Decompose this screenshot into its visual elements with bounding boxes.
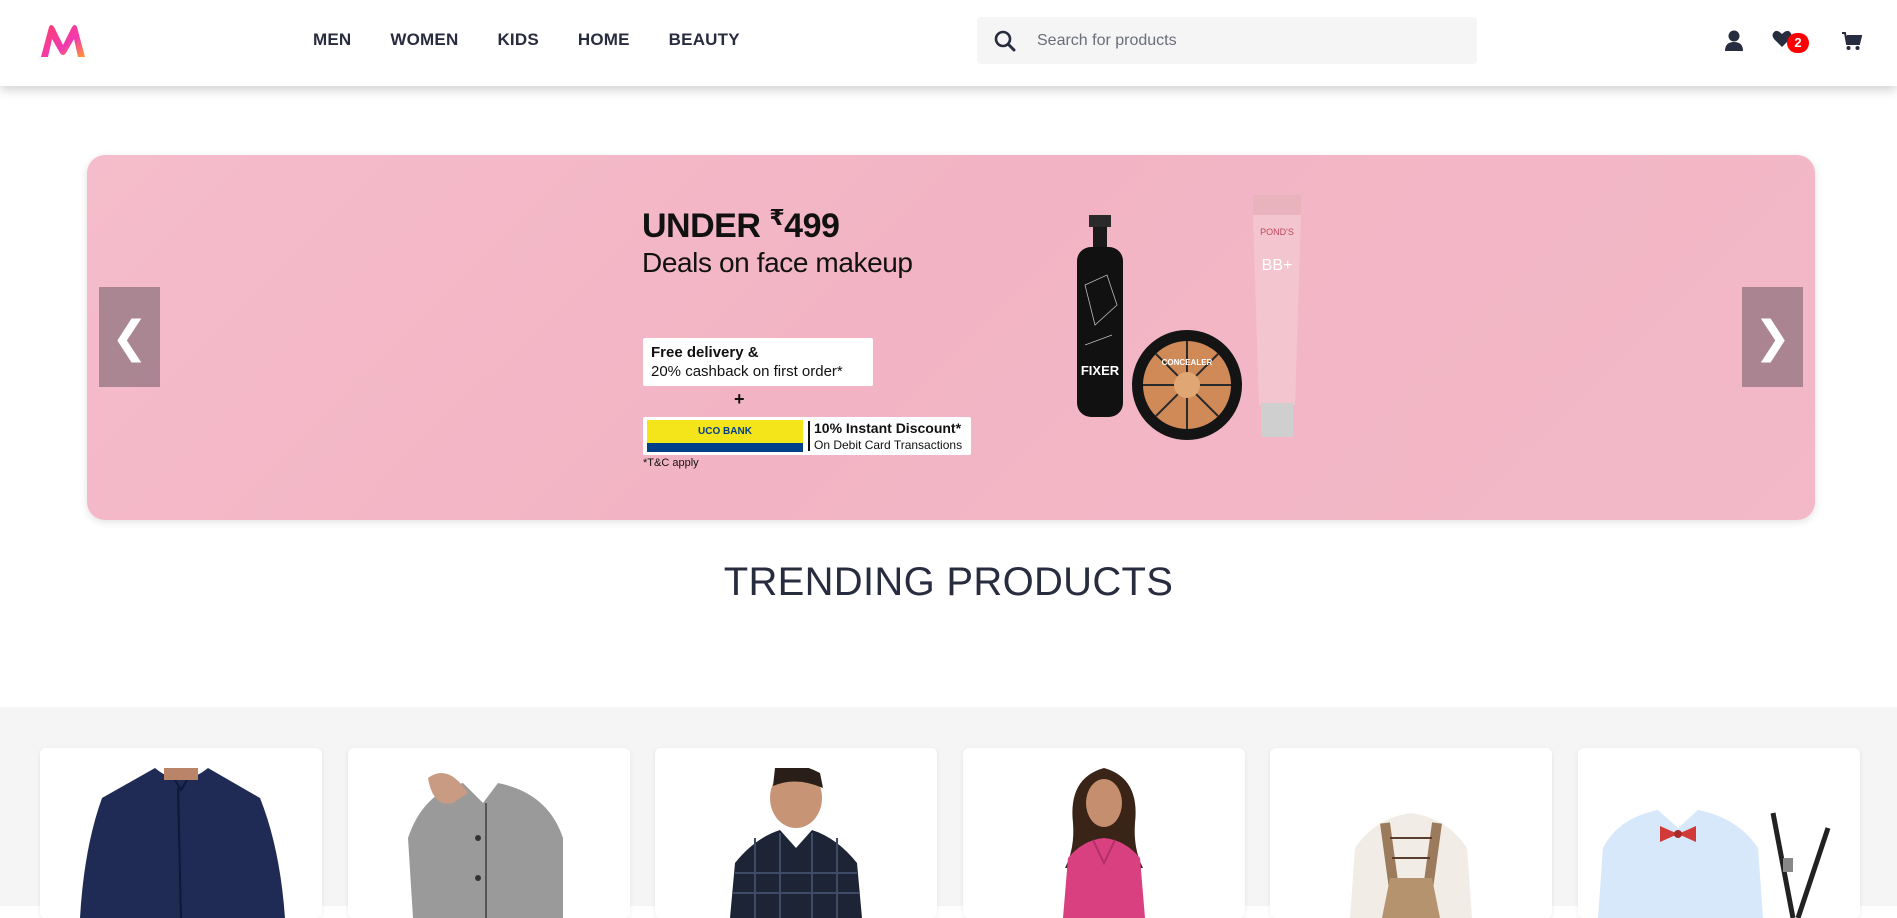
search-bar[interactable]: [977, 17, 1477, 64]
product-image: [368, 768, 610, 918]
wishlist-count-badge: 2: [1787, 33, 1809, 53]
carousel-next-button[interactable]: ❯: [1742, 287, 1803, 387]
offer-plus: +: [734, 389, 745, 409]
product-card-navy-kurta-shirt[interactable]: [40, 748, 322, 918]
product-image: [60, 768, 302, 918]
top-header: MEN WOMEN KIDS HOME BEAUTY 2: [0, 0, 1897, 86]
wishlist-button[interactable]: 2: [1772, 28, 1809, 54]
bank-offer-text: 10% Instant Discount* On Debit Card Tran…: [814, 420, 963, 452]
svg-text:FIXER: FIXER: [1081, 363, 1120, 378]
product-card-grey-satin-shirt[interactable]: [348, 748, 630, 918]
nav-kids[interactable]: KIDS: [497, 30, 538, 50]
product-card-pink-top[interactable]: [963, 748, 1245, 918]
svg-text:BB+: BB+: [1262, 257, 1293, 274]
promo-title: UNDER ₹499: [642, 205, 840, 245]
trending-products-heading: TRENDING PRODUCTS: [723, 560, 1174, 604]
product-card-kids-bowtie-shirt[interactable]: [1578, 748, 1860, 918]
product-image: [1598, 768, 1840, 918]
main-nav: MEN WOMEN KIDS HOME BEAUTY: [313, 30, 779, 50]
svg-text:POND'S: POND'S: [1260, 227, 1294, 237]
product-card-kids-pinafore-dress[interactable]: [1270, 748, 1552, 918]
cart-icon[interactable]: [1842, 28, 1862, 54]
makeup-products-image: FIXER CONCEALER POND'S BB+: [1077, 195, 1301, 440]
rupee-symbol: ₹: [769, 205, 785, 230]
promo-banner-carousel[interactable]: ❮ ❯ UNDER ₹499 Deals on face makeup Free…: [87, 155, 1815, 520]
product-image: [983, 768, 1225, 918]
bank-offer-box: UCO BANK 10% Instant Discount* On Debit …: [643, 417, 971, 455]
product-card-navy-check-shirt[interactable]: [655, 748, 937, 918]
uco-bank-logo: UCO BANK: [647, 420, 803, 452]
promo-subtitle: Deals on face makeup: [642, 247, 913, 278]
profile-icon[interactable]: [1724, 28, 1744, 54]
product-image: [675, 768, 917, 918]
terms-note: *T&C apply: [643, 457, 699, 469]
svg-text:CONCEALER: CONCEALER: [1162, 358, 1213, 367]
search-input[interactable]: [1037, 31, 1457, 50]
nav-men[interactable]: MEN: [313, 30, 351, 50]
search-icon[interactable]: [983, 17, 1027, 64]
product-image: [1290, 768, 1532, 918]
nav-home[interactable]: HOME: [578, 30, 630, 50]
carousel-prev-button[interactable]: ❮: [99, 287, 160, 387]
nav-beauty[interactable]: BEAUTY: [669, 30, 740, 50]
myntra-logo[interactable]: [39, 23, 87, 59]
delivery-cashback-offer: Free delivery & 20% cashback on first or…: [643, 338, 873, 386]
nav-women[interactable]: WOMEN: [390, 30, 458, 50]
